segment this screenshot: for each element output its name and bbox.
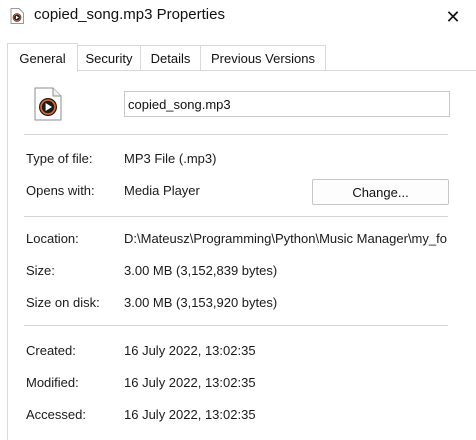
- close-icon: ✕: [445, 6, 461, 27]
- accessed-value: 16 July 2022, 13:02:35: [124, 407, 256, 422]
- size-value: 3.00 MB (3,152,839 bytes): [124, 263, 278, 278]
- tab-general[interactable]: General: [7, 43, 78, 72]
- location-label: Location:: [26, 231, 79, 246]
- tab-label: General: [19, 50, 66, 66]
- size-on-disk-value: 3.00 MB (3,153,920 bytes): [124, 295, 278, 310]
- close-button[interactable]: ✕: [430, 0, 476, 34]
- accessed-label: Accessed:: [26, 407, 86, 422]
- tab-label: Previous Versions: [210, 51, 316, 66]
- media-file-icon: [34, 87, 62, 121]
- window-title: copied_song.mp3 Properties: [34, 6, 225, 23]
- type-label: Type of file:: [26, 151, 93, 166]
- size-label: Size:: [26, 263, 55, 278]
- location-value: D:\Mateusz\Programming\Python\Music Mana…: [124, 231, 447, 246]
- size-on-disk-label: Size on disk:: [26, 295, 100, 310]
- tab-strip: General Security Details Previous Versio…: [7, 43, 476, 72]
- tab-security[interactable]: Security: [77, 45, 141, 71]
- media-file-icon: [10, 8, 24, 24]
- separator: [24, 216, 448, 217]
- opens-with-label: Opens with:: [26, 183, 95, 198]
- change-button-label: Change...: [352, 184, 409, 200]
- opens-with-value: Media Player: [124, 183, 200, 198]
- tab-details[interactable]: Details: [140, 45, 201, 71]
- separator: [24, 325, 448, 326]
- change-button[interactable]: Change...: [312, 179, 449, 205]
- tab-label: Security: [85, 51, 133, 66]
- created-label: Created:: [26, 343, 76, 358]
- file-name-field[interactable]: [124, 91, 450, 117]
- title-bar: copied_song.mp3 Properties ✕: [0, 0, 476, 34]
- type-value: MP3 File (.mp3): [124, 151, 217, 166]
- created-value: 16 July 2022, 13:02:35: [124, 343, 256, 358]
- tab-label: Details: [150, 51, 191, 66]
- separator: [24, 134, 448, 135]
- modified-value: 16 July 2022, 13:02:35: [124, 375, 256, 390]
- modified-label: Modified:: [26, 375, 79, 390]
- tab-previous-versions[interactable]: Previous Versions: [200, 45, 326, 71]
